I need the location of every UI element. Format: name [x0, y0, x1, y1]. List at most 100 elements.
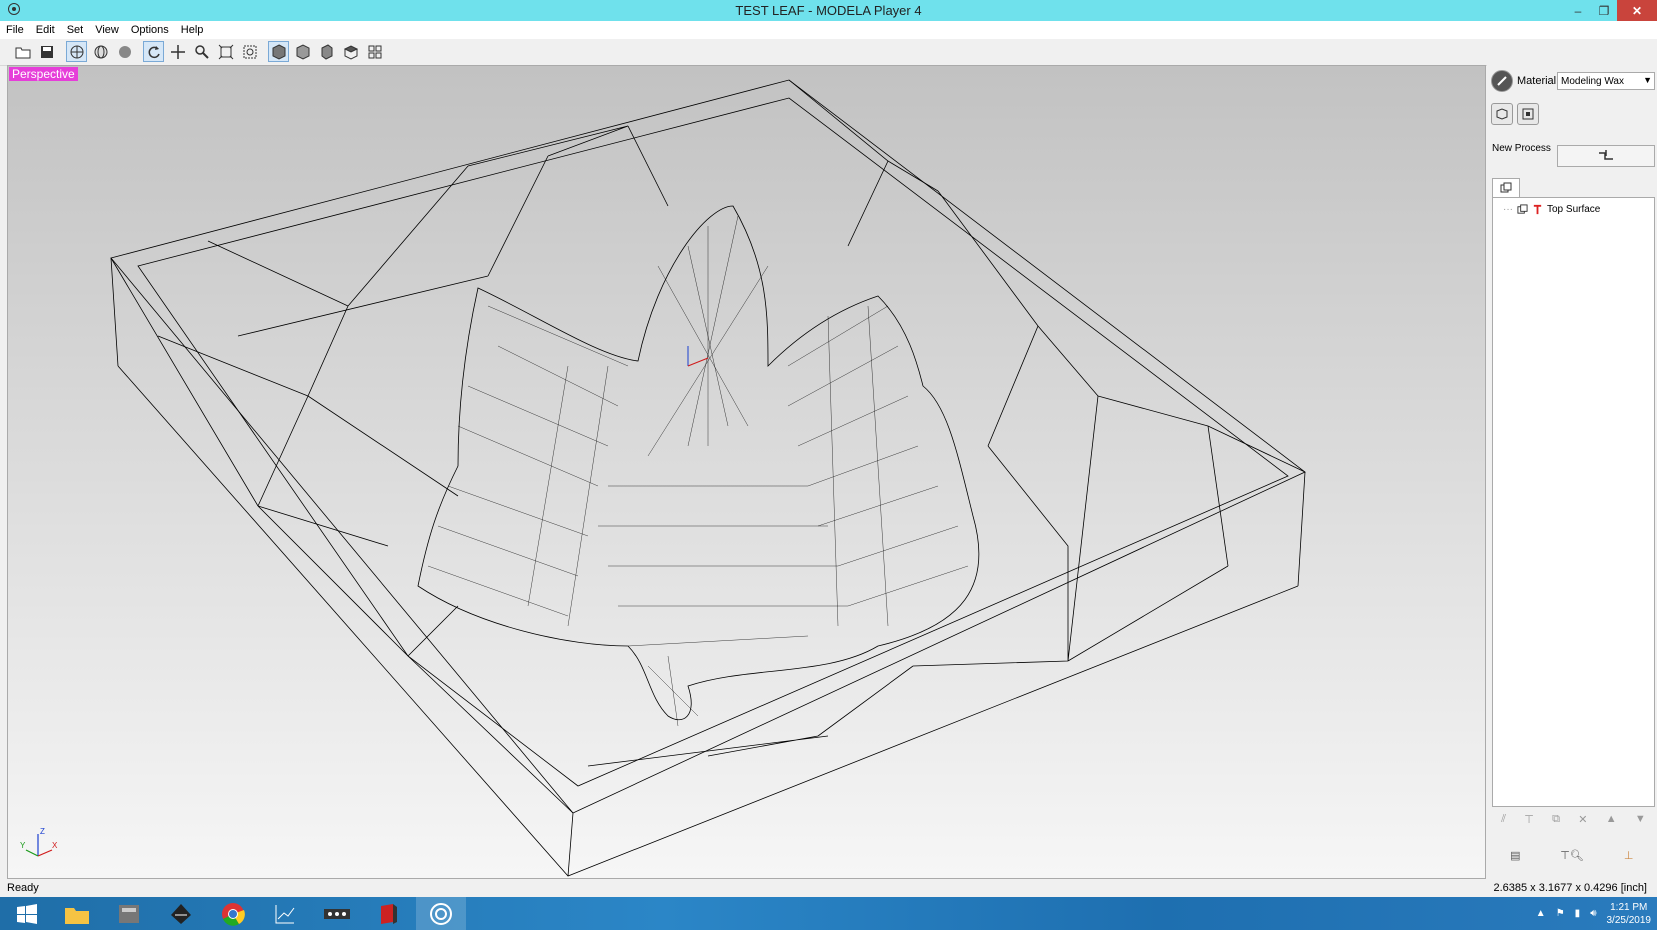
tree-item-top-surface[interactable]: ··· Top Surface — [1503, 204, 1600, 215]
taskbar-app-1[interactable] — [104, 897, 154, 930]
menu-help[interactable]: Help — [175, 24, 210, 36]
menu-bar: File Edit Set View Options Help — [0, 21, 1657, 39]
cutting-tool-icon: ⊥ — [1623, 849, 1634, 862]
tool-view-button[interactable] — [1517, 103, 1539, 125]
model-view-button[interactable] — [1491, 103, 1513, 125]
tray-expand-icon[interactable]: ▲ — [1536, 908, 1546, 919]
app-icon — [119, 904, 139, 923]
move-down-icon[interactable]: ▼ — [1635, 813, 1646, 825]
front-view-button[interactable] — [292, 41, 313, 62]
clock[interactable]: 1:21 PM 3/25/2019 — [1607, 901, 1652, 927]
tree-connector: ··· — [1503, 204, 1513, 215]
material-value: Modeling Wax — [1561, 75, 1624, 87]
save-icon — [40, 45, 53, 58]
status-text: Ready — [7, 882, 39, 894]
taskbar-chrome[interactable] — [208, 897, 258, 930]
menu-view[interactable]: View — [89, 24, 125, 36]
open-button[interactable] — [12, 41, 33, 62]
list-icon: ▤ — [1510, 849, 1521, 862]
process-actions: ▤ ⊤🔍︎ ⊥ — [1487, 835, 1657, 875]
start-button[interactable] — [2, 897, 52, 930]
front-view-icon — [296, 43, 309, 60]
axis-z-label: Z — [40, 827, 45, 836]
globe-button[interactable] — [90, 41, 111, 62]
preview-button[interactable]: ⊤🔍︎ — [1552, 840, 1592, 870]
shaded-button[interactable] — [114, 41, 135, 62]
zoom-box-icon — [243, 45, 256, 58]
menu-edit[interactable]: Edit — [30, 24, 61, 36]
hatch-icon[interactable]: ⫽ — [1501, 813, 1506, 826]
axis-triad: Z Y X — [20, 827, 58, 857]
copy-icon[interactable]: ⧉ — [1552, 813, 1560, 826]
cutter-icon — [324, 908, 350, 919]
menu-file[interactable]: File — [0, 24, 30, 36]
top-view-icon — [343, 44, 358, 60]
side-view-icon — [321, 43, 332, 60]
windows-logo-icon — [17, 903, 37, 924]
multi-view-icon — [368, 45, 381, 58]
iso-view-button[interactable] — [268, 41, 289, 62]
taskbar-app-3[interactable] — [260, 897, 310, 930]
menu-options[interactable]: Options — [125, 24, 175, 36]
minimize-button[interactable]: – — [1565, 0, 1591, 21]
window-title: TEST LEAF - MODELA Player 4 — [735, 3, 922, 18]
new-process-button[interactable] — [1557, 145, 1655, 167]
graph-icon — [275, 904, 295, 923]
delete-icon[interactable]: ✕ — [1578, 813, 1587, 826]
close-button[interactable]: ✕ — [1617, 0, 1657, 21]
title-bar: TEST LEAF - MODELA Player 4 – ❐ ✕ — [0, 0, 1657, 21]
zoom-box-button[interactable] — [239, 41, 260, 62]
material-icon[interactable] — [1491, 70, 1513, 92]
process-tree[interactable]: ··· Top Surface — [1492, 197, 1655, 807]
layers-icon — [1517, 204, 1528, 214]
iso-view-icon — [272, 43, 285, 60]
system-tray: ▲ ⚑ ▮ 🔊︎ 1:21 PM 3/25/2019 — [1536, 897, 1651, 930]
network-icon[interactable]: ▮ — [1575, 908, 1581, 919]
fit-button[interactable] — [215, 41, 236, 62]
menu-set[interactable]: Set — [61, 24, 90, 36]
cut-button[interactable]: ⊥ — [1609, 840, 1649, 870]
model-dimensions: 2.6385 x 3.1677 x 0.4296 [inch] — [1493, 882, 1647, 894]
taskbar-app-4[interactable] — [312, 897, 362, 930]
process-list-button[interactable]: ▤ — [1495, 840, 1535, 870]
taskbar-app-5[interactable] — [364, 897, 414, 930]
volume-icon[interactable]: 🔊︎ — [1590, 908, 1596, 919]
cube-icon — [1496, 108, 1508, 120]
wireframe-button[interactable] — [66, 41, 87, 62]
material-select[interactable]: Modeling Wax ▼ — [1557, 72, 1655, 90]
taskbar-file-explorer[interactable] — [52, 897, 102, 930]
taskbar-modela-player[interactable] — [416, 897, 466, 930]
save-button[interactable] — [36, 41, 57, 62]
block-inner-rim — [137, 97, 1289, 787]
top-view-button[interactable] — [340, 41, 361, 62]
tool-search-icon: ⊤🔍︎ — [1560, 849, 1584, 862]
modela-player-icon — [430, 902, 452, 925]
wireframe-icon — [70, 45, 83, 58]
block-outline — [110, 79, 1306, 814]
rotate-button[interactable] — [143, 41, 164, 62]
side-view-button[interactable] — [316, 41, 337, 62]
tree-tab[interactable] — [1492, 178, 1520, 197]
tool-icon — [1522, 108, 1534, 120]
new-process-label: New Process — [1492, 143, 1551, 154]
tree-item-label: Top Surface — [1547, 204, 1601, 215]
open-icon — [15, 47, 30, 58]
zoom-button[interactable] — [191, 41, 212, 62]
chevron-down-icon: ▼ — [1643, 75, 1652, 85]
add-tool-icon[interactable]: ⊤ — [1524, 813, 1534, 826]
restore-button[interactable]: ❐ — [1591, 0, 1617, 21]
origin-x-axis — [687, 357, 709, 367]
status-bar: Ready 2.6385 x 3.1677 x 0.4296 [inch] — [0, 879, 1657, 897]
multi-view-button[interactable] — [364, 41, 385, 62]
taskbar-app-2[interactable] — [156, 897, 206, 930]
flag-icon[interactable]: ⚑ — [1556, 908, 1565, 919]
axis-y-label: Y — [20, 841, 26, 850]
app-icon[interactable] — [8, 3, 20, 15]
axis-x-label: X — [52, 841, 58, 850]
move-up-icon[interactable]: ▲ — [1606, 813, 1617, 825]
pan-button[interactable] — [167, 41, 188, 62]
taskbar: ▲ ⚑ ▮ 🔊︎ 1:21 PM 3/25/2019 — [0, 897, 1657, 930]
globe-icon — [94, 45, 107, 58]
chrome-icon — [222, 902, 245, 926]
3d-viewport[interactable]: Perspective Z Y X — [7, 65, 1486, 879]
